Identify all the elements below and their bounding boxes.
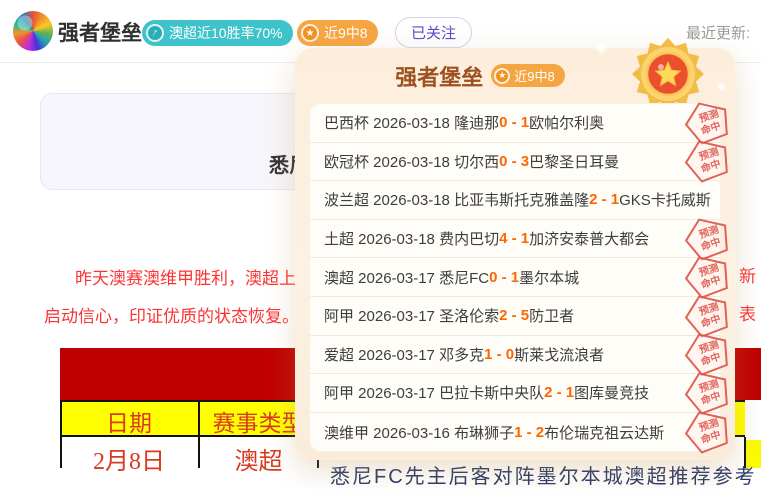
- sparkle-icon: ✦: [593, 36, 610, 61]
- row-away-team: 巴黎圣日耳曼: [529, 151, 619, 172]
- row-match-info: 巴西杯 2026-03-18 隆迪那: [324, 112, 499, 133]
- prediction-hit-stamp: 预测命中: [684, 101, 732, 145]
- analysis-note-line2: 启动信心，印证优质的状态恢复。: [44, 302, 299, 327]
- row-match-info: 欧冠杯 2026-03-18 切尔西: [324, 151, 499, 172]
- prediction-hit-stamp: 预测命中: [684, 332, 732, 376]
- hitrate-badge: ★ 近9中8: [297, 20, 378, 46]
- prediction-row: 阿甲 2026-03-17 圣洛伦索2 - 5防卫者 预测命中: [310, 297, 720, 336]
- prediction-row: 波兰超 2026-03-18 比亚韦斯托克雅盖隆2 - 1GKS卡托威斯: [310, 181, 720, 220]
- row-away-team: GKS卡托威斯: [619, 189, 711, 210]
- hitrate-badge-label: 近9中8: [324, 23, 368, 43]
- row-match-info: 波兰超 2026-03-18 比亚韦斯托克雅盖隆: [324, 189, 589, 210]
- row-match-info: 土超 2026-03-18 费内巴切: [324, 228, 499, 249]
- row-match-info: 澳维甲 2026-03-16 布琳狮子: [324, 422, 514, 443]
- prediction-row: 土超 2026-03-18 费内巴切4 - 1加济安泰普大都会 预测命中: [310, 220, 720, 259]
- prediction-row: 巴西杯 2026-03-18 隆迪那0 - 1欧帕尔利奥 预测命中: [310, 104, 720, 143]
- popup-hitrate-badge: ★ 近9中8: [491, 64, 564, 87]
- prediction-hit-stamp: 预测命中: [684, 255, 732, 299]
- prediction-hit-stamp: 预测命中: [684, 410, 732, 454]
- prediction-hit-stamp: 预测命中: [684, 139, 732, 183]
- row-away-team: 布伦瑞克祖云达斯: [544, 422, 664, 443]
- star-icon: ★: [301, 24, 319, 42]
- row-score: 1 - 0: [484, 346, 514, 363]
- prediction-hit-stamp: 预测命中: [684, 217, 732, 261]
- row-away-team: 斯莱戈流浪者: [514, 344, 604, 365]
- row-score: 2 - 1: [544, 384, 574, 401]
- prediction-hit-stamp: 预测命中: [684, 371, 732, 415]
- prediction-history-popup: 强者堡垒 ★ 近9中8 ✦ ✦ 巴西杯 2026-03-18 隆迪那0 - 1欧…: [295, 48, 735, 460]
- popup-expert-name: 强者堡垒: [395, 60, 483, 92]
- row-score: 1 - 2: [514, 424, 544, 441]
- winrate-badge: ↑ 澳超近10胜率70%: [142, 20, 293, 46]
- prediction-row: 阿甲 2026-03-17 巴拉卡斯中央队2 - 1图库曼竞技 预测命中: [310, 374, 720, 413]
- prediction-row: 爱超 2026-03-17 邓多克1 - 0斯莱戈流浪者 预测命中: [310, 336, 720, 375]
- row-score: 4 - 1: [499, 230, 529, 247]
- followed-button[interactable]: 已关注: [395, 17, 472, 48]
- row-away-team: 防卫者: [529, 305, 574, 326]
- prediction-row: 澳维甲 2026-03-16 布琳狮子1 - 2布伦瑞克祖云达斯 预测命中: [310, 413, 720, 452]
- row-away-team: 墨尔本城: [519, 267, 579, 288]
- row-away-team: 加济安泰普大都会: [529, 228, 649, 249]
- expert-name: 强者堡垒: [58, 17, 142, 47]
- popup-hitrate-label: 近9中8: [514, 66, 554, 85]
- prediction-hit-stamp: 预测命中: [684, 294, 732, 338]
- row-score: 2 - 5: [499, 307, 529, 324]
- star-icon: ★: [494, 68, 510, 84]
- row-away-team: 欧帕尔利奥: [529, 112, 604, 133]
- table-cell-date: 2月8日: [60, 441, 198, 476]
- row-score: 0 - 1: [499, 114, 529, 131]
- row-match-info: 澳超 2026-03-17 悉尼FC: [324, 267, 489, 288]
- prediction-row: 欧冠杯 2026-03-18 切尔西0 - 3巴黎圣日耳曼 预测命中: [310, 143, 720, 182]
- row-score: 0 - 3: [499, 153, 529, 170]
- analysis-note-fragment2: 表: [739, 300, 756, 325]
- analysis-note-fragment1: 新: [739, 262, 756, 287]
- user-avatar[interactable]: [13, 11, 53, 51]
- winrate-badge-label: 澳超近10胜率70%: [169, 23, 283, 43]
- row-match-info: 阿甲 2026-03-17 圣洛伦索: [324, 305, 499, 326]
- table-clipped-row: 悉尼FC先主后客对阵墨尔本城澳超推荐参考: [330, 460, 757, 489]
- prediction-list: 巴西杯 2026-03-18 隆迪那0 - 1欧帕尔利奥 预测命中 欧冠杯 20…: [309, 103, 721, 452]
- up-arrow-icon: ↑: [146, 24, 164, 42]
- sparkle-icon: ✦: [715, 78, 728, 96]
- table-header-date: 日期: [60, 404, 198, 438]
- row-score: 0 - 1: [489, 269, 519, 286]
- prediction-row: 澳超 2026-03-17 悉尼FC0 - 1墨尔本城 预测命中: [310, 258, 720, 297]
- row-match-info: 阿甲 2026-03-17 巴拉卡斯中央队: [324, 382, 544, 403]
- row-match-info: 爱超 2026-03-17 邓多克: [324, 344, 484, 365]
- analysis-note-line1: 昨天澳赛澳维甲胜利，澳超上: [75, 264, 296, 289]
- row-score: 2 - 1: [589, 191, 619, 208]
- row-away-team: 图库曼竞技: [574, 382, 649, 403]
